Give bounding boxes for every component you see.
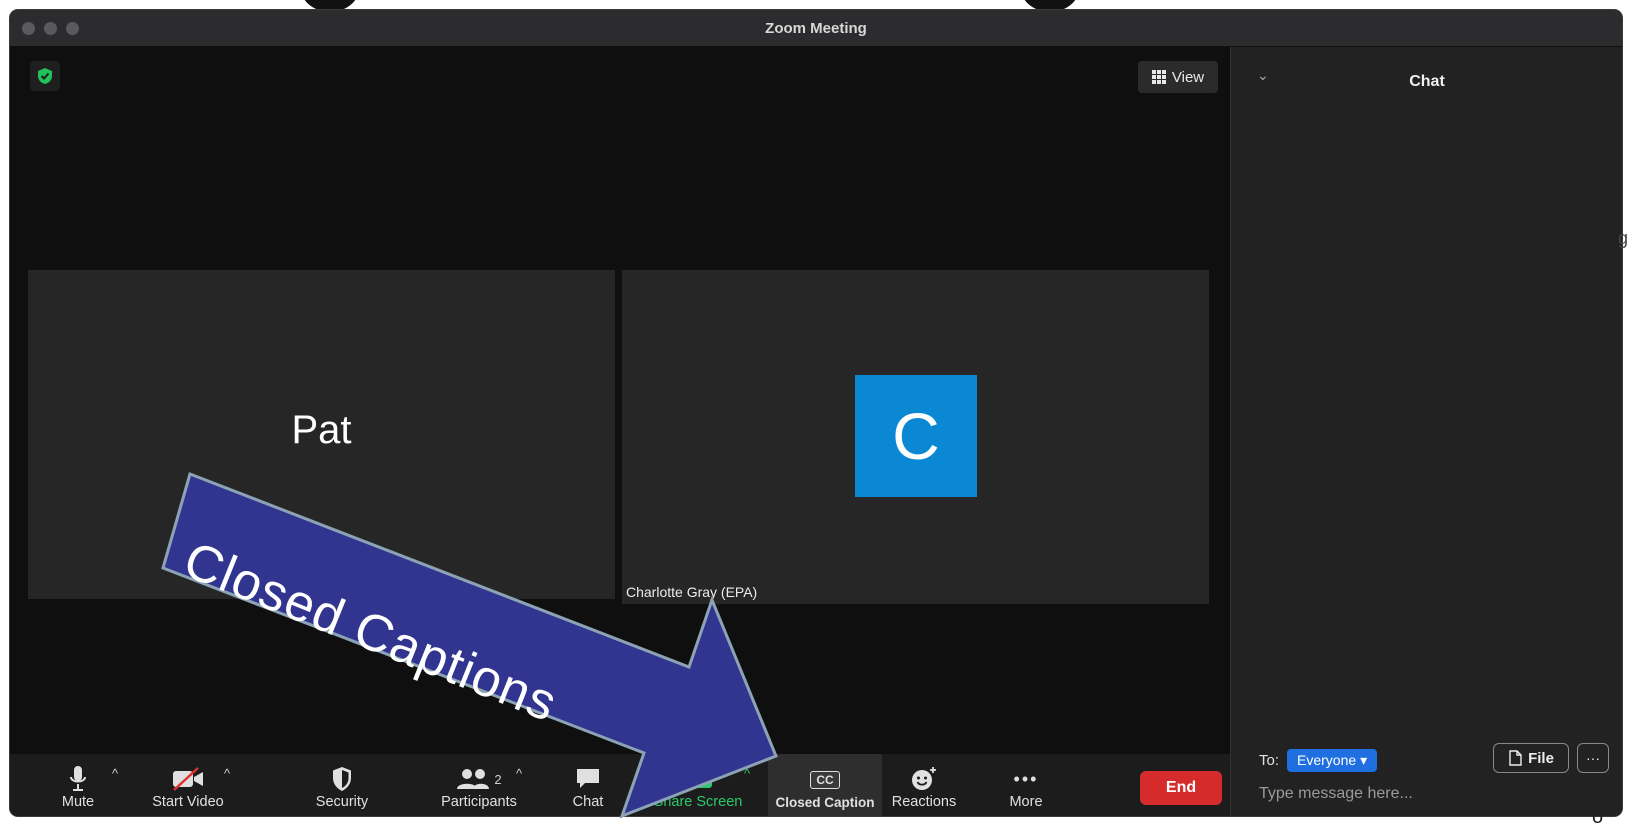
start-video-label: Start Video (152, 794, 224, 810)
chat-bubble-icon (577, 769, 599, 788)
file-label: File (1528, 749, 1554, 767)
title-bar: Zoom Meeting (10, 10, 1622, 47)
participant-name: Pat (291, 408, 352, 452)
mute-button[interactable]: Mute (48, 754, 108, 816)
video-options-chevron-icon[interactable]: ^ (224, 766, 230, 781)
avatar: C (855, 375, 977, 497)
encryption-shield-icon[interactable] (30, 61, 60, 91)
chat-more-button[interactable]: ··· (1577, 743, 1609, 773)
participant-name-label: Charlotte Gray (EPA) (626, 584, 758, 600)
audio-options-chevron-icon[interactable]: ^ (112, 766, 118, 781)
dropdown-caret-icon: ▾ (1360, 752, 1368, 768)
chat-panel: ⌄ Chat To: Everyone ▾ File ··· Type mess… (1230, 47, 1622, 816)
video-stage: View Pat C Charlotte Gray (EPA) Mute ^ S… (10, 47, 1230, 816)
security-shield-icon (333, 767, 351, 791)
security-label: Security (315, 794, 369, 810)
security-button[interactable]: Security (302, 754, 382, 816)
meeting-toolbar: Mute ^ Start Video ^ Security 2 Particip… (10, 754, 1230, 816)
chat-label: Chat (572, 794, 604, 810)
video-off-icon (173, 767, 203, 791)
participants-label: Participants (441, 794, 517, 810)
zoom-window: Zoom Meeting View Pat C Charlotte Gray (… (10, 10, 1622, 816)
closed-caption-label: Closed Caption (775, 795, 875, 810)
participants-count: 2 (494, 771, 502, 787)
start-video-button[interactable]: Start Video (138, 754, 238, 816)
chat-message-input[interactable]: Type message here... (1259, 785, 1413, 803)
chat-button[interactable]: Chat (558, 754, 618, 816)
chat-title: Chat (1409, 73, 1445, 90)
share-screen-icon (684, 770, 712, 788)
recipient-dropdown[interactable]: Everyone ▾ (1287, 749, 1378, 772)
file-button[interactable]: File (1493, 743, 1569, 773)
slide-edge-glyph: g (1618, 228, 1629, 248)
cc-icon: CC (810, 771, 840, 789)
participants-icon (457, 769, 490, 789)
share-screen-label: Share Screen (653, 794, 743, 810)
closed-caption-button[interactable]: CC Closed Caption (768, 754, 882, 816)
more-dots-icon: ••• (1013, 768, 1039, 789)
slide-page-glyph: o (1592, 806, 1604, 828)
view-button[interactable]: View (1138, 61, 1218, 93)
recipient-value: Everyone (1297, 752, 1357, 768)
video-tile-pat[interactable]: Pat (28, 270, 615, 599)
participants-button[interactable]: 2 Participants (424, 754, 534, 816)
reactions-button[interactable]: Reactions (884, 754, 964, 816)
microphone-icon (70, 766, 86, 791)
smiley-plus-icon (912, 767, 936, 790)
ellipsis-icon: ··· (1586, 750, 1600, 766)
window-title: Zoom Meeting (765, 20, 867, 37)
grid-icon (1151, 70, 1166, 84)
share-options-chevron-icon[interactable]: ^ (744, 766, 750, 781)
video-tile-charlotte[interactable]: C Charlotte Gray (EPA) (622, 270, 1209, 604)
view-label: View (1171, 68, 1205, 86)
more-button[interactable]: ••• More (996, 754, 1056, 816)
to-label: To: (1259, 752, 1280, 769)
mute-label: Mute (61, 794, 95, 810)
file-icon (1509, 750, 1522, 766)
end-meeting-button[interactable]: End (1140, 771, 1222, 805)
reactions-label: Reactions (891, 794, 957, 810)
more-label: More (1009, 794, 1043, 810)
participants-chevron-icon[interactable]: ^ (516, 766, 522, 781)
chat-recipient-row: To: Everyone ▾ (1259, 749, 1378, 772)
share-screen-button[interactable]: Share Screen (648, 754, 748, 816)
